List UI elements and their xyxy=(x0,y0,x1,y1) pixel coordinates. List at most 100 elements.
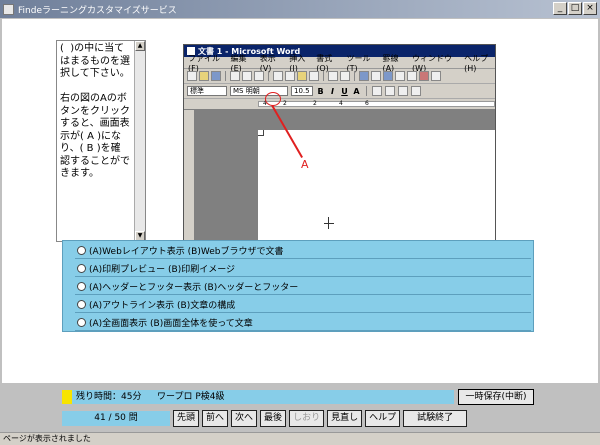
window-titlebar: Findeラーニングカスタマイズサービス _ □ × xyxy=(0,0,600,18)
minimize-button[interactable]: _ xyxy=(553,2,567,15)
word-format-toolbar: 標準 MS 明朝 10.5 B I U A xyxy=(184,84,495,99)
italic-icon: I xyxy=(331,86,334,96)
word-page xyxy=(258,130,495,243)
word-menu-window: ウィンドウ(W) xyxy=(412,53,453,73)
spellcheck-icon xyxy=(254,71,264,81)
toolbar-separator xyxy=(323,71,324,81)
status-indicator xyxy=(62,390,72,404)
choice-option[interactable]: (A)印刷プレビュー (B)印刷イメージ xyxy=(75,260,531,277)
prev-button[interactable]: 前へ xyxy=(202,410,229,427)
scroll-up-icon[interactable]: ▲ xyxy=(135,41,145,51)
answer-choices: (A)Webレイアウト表示 (B)Webブラウザで文書 (A)印刷プレビュー (… xyxy=(62,240,534,332)
word-menu-file: ファイル(F) xyxy=(188,53,220,73)
choice-label: (A)全画面表示 (B)画面全体を使って文章 xyxy=(89,318,253,329)
word-menubar: ファイル(F) 編集(E) 表示(V) 挿入(I) 書式(O) ツール(T) 罫… xyxy=(184,54,495,73)
ruler-mark: 2 xyxy=(313,100,317,107)
radio-icon[interactable] xyxy=(77,263,86,273)
ruler-mark: 2 xyxy=(283,100,287,107)
choice-label: (A)アウトライン表示 (B)文章の構成 xyxy=(89,300,236,311)
window-title: Findeラーニングカスタマイズサービス xyxy=(18,5,177,16)
pointer-label: A xyxy=(301,158,309,171)
open-folder-icon xyxy=(199,71,209,81)
hyperlink-icon xyxy=(359,71,369,81)
instruction-text: ( )の中に当て はまるものを選 択して下さい。 右の図のAのボ タンをクリック… xyxy=(60,43,130,179)
drawing-icon xyxy=(419,71,429,81)
word-menu-edit: 編集(E) xyxy=(230,53,247,73)
window-statusbar: ページが表示されました xyxy=(0,432,600,445)
radio-icon[interactable] xyxy=(77,281,86,291)
paste-icon xyxy=(297,71,307,81)
font-color-icon: A xyxy=(353,86,360,96)
toolbar-separator xyxy=(366,86,367,96)
toolbar-separator xyxy=(268,71,269,81)
instruction-scrollbar[interactable]: ▲ ▼ xyxy=(134,41,145,241)
word-menu-format: 書式(O) xyxy=(316,53,333,73)
document-map-icon xyxy=(431,71,441,81)
tables-borders-icon xyxy=(371,71,381,81)
word-ruler: 4 2 2 4 6 xyxy=(184,99,495,109)
word-menu-insert: 挿入(I) xyxy=(289,53,306,73)
navigation-row: 41 / 50 問 先頭 前へ 次へ 最後 しおり 見直し ヘルプ 試験終了 xyxy=(62,410,534,427)
last-button[interactable]: 最後 xyxy=(260,410,287,427)
undo-icon xyxy=(328,71,338,81)
close-button[interactable]: × xyxy=(583,2,597,15)
align-right-icon xyxy=(398,86,408,96)
word-menu-table: 罫線(A) xyxy=(382,53,399,73)
size-combo: 10.5 xyxy=(291,86,313,96)
question-counter: 41 / 50 問 xyxy=(62,411,170,426)
style-combo: 標準 xyxy=(187,86,227,96)
review-button[interactable]: 見直し xyxy=(327,410,363,427)
toolbar-separator xyxy=(354,71,355,81)
next-button[interactable]: 次へ xyxy=(231,410,258,427)
choice-label: (A)印刷プレビュー (B)印刷イメージ xyxy=(89,264,236,275)
choice-option[interactable]: (A)ヘッダーとフッター表示 (B)ヘッダーとフッター xyxy=(75,278,531,295)
save-disk-icon xyxy=(211,71,221,81)
first-button[interactable]: 先頭 xyxy=(173,410,200,427)
print-preview-icon xyxy=(242,71,252,81)
choice-option[interactable]: (A)全画面表示 (B)画面全体を使って文章 xyxy=(75,314,531,331)
app-icon xyxy=(3,3,14,15)
ruler-mark: 4 xyxy=(339,100,343,107)
time-remaining: 残り時間：45分 xyxy=(72,390,154,404)
help-button[interactable]: ヘルプ xyxy=(365,410,401,427)
instruction-box: ( )の中に当て はまるものを選 択して下さい。 右の図のAのボ タンをクリック… xyxy=(56,40,146,242)
columns-icon xyxy=(407,71,417,81)
word-vertical-ruler xyxy=(184,110,194,243)
suspend-save-button[interactable]: 一時保存(中断) xyxy=(458,389,534,405)
radio-icon[interactable] xyxy=(77,245,86,255)
exam-level: ワープロ P検4級 xyxy=(154,390,454,404)
print-icon xyxy=(230,71,240,81)
ruler-mark: 6 xyxy=(365,100,369,107)
maximize-button[interactable]: □ xyxy=(568,2,582,15)
page-margin-mark xyxy=(258,130,264,136)
word-menu-tools: ツール(T) xyxy=(346,53,371,73)
choice-label: (A)Webレイアウト表示 (B)Webブラウザで文書 xyxy=(89,246,284,257)
redo-icon xyxy=(340,71,350,81)
new-doc-icon xyxy=(187,71,197,81)
choice-option[interactable]: (A)アウトライン表示 (B)文章の構成 xyxy=(75,296,531,313)
underline-icon: U xyxy=(341,86,348,96)
align-center-icon xyxy=(385,86,395,96)
align-left-icon xyxy=(372,86,382,96)
exam-status-row: 残り時間：45分 ワープロ P検4級 一時保存(中断) xyxy=(62,389,534,405)
radio-icon[interactable] xyxy=(77,317,86,327)
toolbar-separator xyxy=(225,71,226,81)
insert-table-icon xyxy=(383,71,393,81)
choice-option[interactable]: (A)Webレイアウト表示 (B)Webブラウザで文書 xyxy=(75,242,531,259)
word-menu-help: ヘルプ(H) xyxy=(464,53,489,73)
word-menu-view: 表示(V) xyxy=(259,53,276,73)
text-cursor-icon xyxy=(324,217,334,229)
bold-icon: B xyxy=(317,86,324,96)
justify-icon xyxy=(411,86,421,96)
cut-icon xyxy=(273,71,283,81)
insert-excel-icon xyxy=(395,71,405,81)
finish-exam-button[interactable]: 試験終了 xyxy=(403,410,468,427)
format-painter-icon xyxy=(309,71,319,81)
highlight-circle xyxy=(265,92,281,106)
choice-label: (A)ヘッダーとフッター表示 (B)ヘッダーとフッター xyxy=(89,282,299,293)
ruler-bar: 4 2 2 4 6 xyxy=(258,100,495,107)
window-controls: _ □ × xyxy=(553,2,597,15)
bookmark-button[interactable]: しおり xyxy=(289,410,325,427)
word-screenshot: 文書 1 - Microsoft Word ファイル(F) 編集(E) 表示(V… xyxy=(183,44,496,244)
radio-icon[interactable] xyxy=(77,299,86,309)
